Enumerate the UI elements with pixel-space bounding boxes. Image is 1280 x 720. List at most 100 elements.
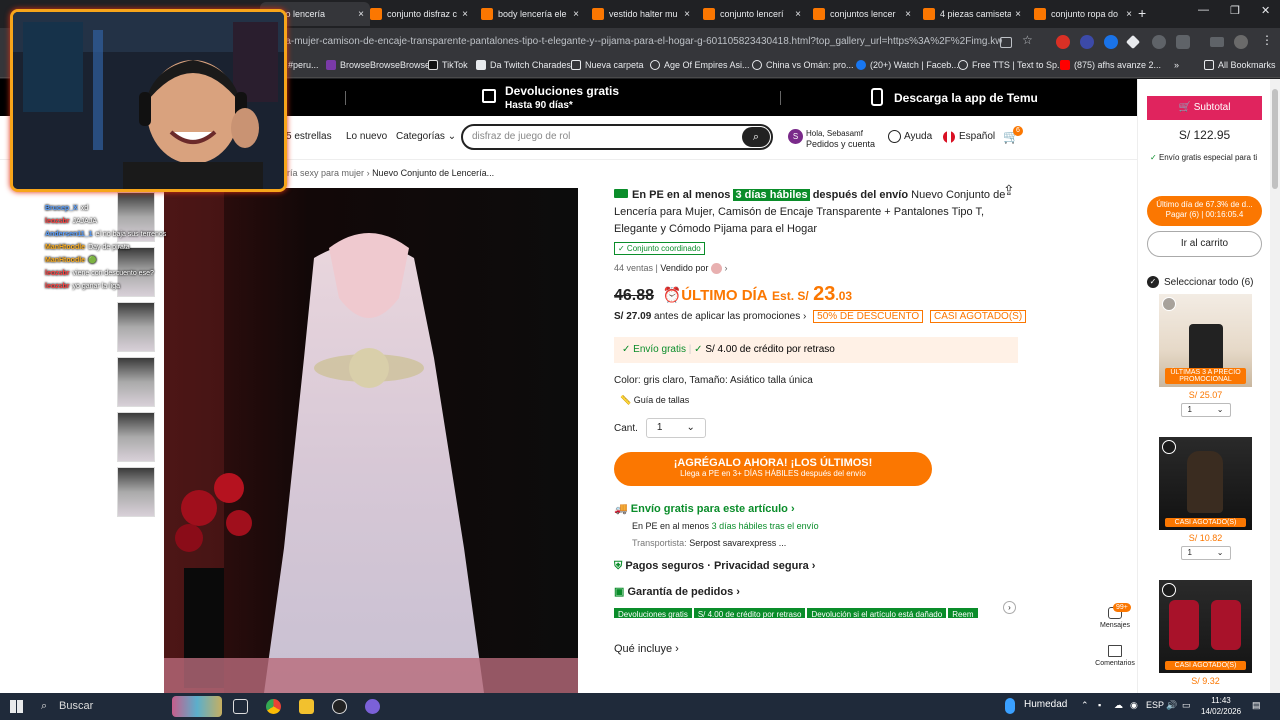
item-checkbox[interactable] [1162, 297, 1176, 311]
chevron-right-icon[interactable]: › [1003, 601, 1016, 614]
task-view-icon[interactable] [233, 699, 248, 714]
comments-button[interactable]: Comentarios [1093, 645, 1137, 667]
go-to-cart-button[interactable]: Ir al carrito [1147, 231, 1262, 257]
extensions-puzzle-icon[interactable] [1176, 35, 1190, 49]
close-tab-icon[interactable]: × [573, 9, 579, 20]
page-scrollbar[interactable] [1270, 79, 1280, 693]
tray-app-icon[interactable]: ▪ [1098, 700, 1101, 710]
bookmark-item[interactable]: China vs Omán: pro... [752, 60, 854, 70]
close-tab-icon[interactable]: × [1126, 9, 1132, 20]
browser-tab[interactable]: conjunto ropa do × [1028, 2, 1138, 26]
browser-tab[interactable]: conjuntos lencer × [807, 2, 917, 26]
free-returns-banner[interactable]: Devoluciones gratis Hasta 90 días* [505, 84, 619, 111]
browser-tab[interactable]: conjunto disfraz c × [364, 2, 474, 26]
minimize-icon[interactable]: — [1198, 4, 1209, 16]
obs-icon[interactable] [332, 699, 347, 714]
close-tab-icon[interactable]: × [795, 9, 801, 20]
gallery-thumbnail[interactable] [117, 467, 155, 517]
close-tab-icon[interactable]: × [905, 9, 911, 20]
sold-by-link[interactable]: Vendido por [660, 263, 708, 273]
item-quantity-select[interactable]: 1 ⌄ [1180, 403, 1231, 417]
more-bookmarks-button[interactable]: » [1174, 60, 1179, 70]
extension-red-icon[interactable] [1056, 35, 1070, 49]
all-bookmarks-button[interactable]: All Bookmarks [1204, 60, 1276, 70]
search-input[interactable]: disfraz de juego de rol [472, 131, 570, 142]
extension-diamond-icon[interactable] [1125, 34, 1141, 50]
help-link[interactable]: Ayuda [904, 131, 932, 142]
cart-item-image[interactable]: ÚLTIMAS 3 A PRECIO PROMOCIONAL [1159, 294, 1252, 387]
url-field[interactable]: ra-mujer-camison-de-encaje-transparente-… [282, 32, 1002, 52]
volume-icon[interactable]: 🔊 [1166, 700, 1177, 711]
browser-tab[interactable]: 4 piezas camiseta × [917, 2, 1027, 26]
search-bar[interactable]: disfraz de juego de rol ⌕ [461, 124, 773, 150]
language-selector[interactable]: Español [959, 131, 995, 142]
bookmark-item[interactable]: BrowseBrowseBrowse [326, 60, 430, 70]
bookmark-item[interactable]: #peru... [288, 60, 319, 70]
nav-stars[interactable]: 5 estrellas [286, 131, 332, 142]
windows-start-icon[interactable] [10, 700, 23, 713]
gallery-thumbnail[interactable] [117, 302, 155, 352]
bookmark-item[interactable]: Free TTS | Text to Sp... [958, 60, 1065, 70]
cart-item-image[interactable]: CASI AGOTADO(S) [1159, 580, 1252, 673]
gallery-thumbnail[interactable] [117, 412, 155, 462]
search-icon[interactable]: ⌕ [742, 127, 770, 147]
tray-app-icon[interactable]: ◉ [1130, 700, 1138, 711]
profile-avatar[interactable] [1234, 35, 1248, 49]
system-clock[interactable]: 11:43 14/02/2026 [1201, 695, 1241, 717]
battery-icon[interactable]: ▭ [1182, 700, 1191, 711]
bookmark-item[interactable]: Da Twitch Charades [476, 60, 571, 70]
item-quantity-select[interactable]: 1 ⌄ [1180, 546, 1231, 560]
quantity-select[interactable]: 1 ⌄ [645, 418, 706, 439]
widgets-icon[interactable] [172, 696, 222, 717]
select-all-checkbox[interactable]: ✓ Seleccionar todo (6) [1147, 276, 1254, 288]
secure-payments-link[interactable]: ⛨ Pagos seguros · Privacidad segura › [614, 560, 1019, 573]
close-tab-icon[interactable]: × [684, 9, 690, 20]
install-app-icon[interactable] [1000, 37, 1012, 48]
item-checkbox[interactable] [1162, 583, 1176, 597]
download-app-link[interactable]: Descarga la app de Temu [894, 91, 1038, 105]
checkout-button[interactable]: Último día de 67.3% de d... Pagar (6) | … [1147, 196, 1262, 226]
breadcrumb-parent[interactable]: ería sexy para mujer [282, 168, 364, 178]
browser-tab[interactable]: conjunto lencerí × [697, 2, 807, 26]
nav-categories[interactable]: Categorías ⌄ [396, 131, 456, 142]
lang-indicator[interactable]: ESP [1146, 700, 1164, 710]
reading-list-icon[interactable] [1210, 37, 1224, 47]
taskbar-search[interactable]: ⌕ Buscar [37, 696, 167, 717]
app-icon[interactable] [365, 699, 380, 714]
main-product-image[interactable] [164, 188, 578, 693]
extension-blue-icon[interactable] [1080, 35, 1094, 49]
browser-tab[interactable]: body lencería ele × [475, 2, 585, 26]
extension-off-icon[interactable] [1152, 35, 1166, 49]
notifications-icon[interactable]: ▤ [1252, 700, 1261, 711]
free-shipping-link[interactable]: 🚚 Envío gratis para este artículo › [614, 502, 1019, 515]
whats-included-link[interactable]: Qué incluye › [614, 643, 1019, 655]
tray-overflow-icon[interactable]: ⌃ [1081, 700, 1089, 711]
close-tab-icon[interactable]: × [1015, 9, 1021, 20]
new-tab-button[interactable]: + [1138, 5, 1146, 21]
bookmark-item[interactable]: Age Of Empires Asi... [650, 60, 750, 70]
chrome-icon[interactable] [266, 699, 281, 714]
extension-shield-icon[interactable] [1104, 35, 1118, 49]
bookmark-item[interactable]: TikTok [428, 60, 468, 70]
add-to-cart-button[interactable]: ¡AGRÉGALO AHORA! ¡LOS ÚLTIMOS! Llega a P… [614, 452, 932, 487]
share-icon[interactable]: ⇪ [1003, 182, 1015, 199]
size-guide-link[interactable]: 📏 Guía de tallas [620, 395, 1019, 406]
item-checkbox[interactable] [1162, 440, 1176, 454]
account-avatar[interactable]: S [788, 129, 803, 144]
close-tab-icon[interactable]: × [462, 9, 468, 20]
bookmark-star-icon[interactable]: ☆ [1022, 33, 1036, 47]
file-explorer-icon[interactable] [299, 699, 314, 714]
nav-new[interactable]: Lo nuevo [346, 131, 387, 142]
tray-app-icon[interactable]: ☁ [1114, 700, 1123, 711]
restore-icon[interactable]: ❐ [1230, 4, 1240, 17]
seller-avatar[interactable] [710, 263, 722, 275]
browser-tab[interactable]: vestido halter mu × [586, 2, 696, 26]
gallery-thumbnail[interactable] [117, 357, 155, 407]
close-window-icon[interactable]: ✕ [1261, 4, 1270, 17]
browser-menu-icon[interactable]: ⋮ [1261, 33, 1275, 47]
account-menu[interactable]: Hola, Sebasamf Pedidos y cuenta [806, 128, 875, 150]
weather-widget[interactable]: Humedad [1024, 699, 1067, 710]
bookmark-item[interactable]: (20+) Watch | Faceb... [856, 60, 959, 70]
bookmark-item[interactable]: Nueva carpeta [571, 60, 644, 70]
bookmark-item[interactable]: (875) afhs avanze 2... [1060, 60, 1161, 70]
